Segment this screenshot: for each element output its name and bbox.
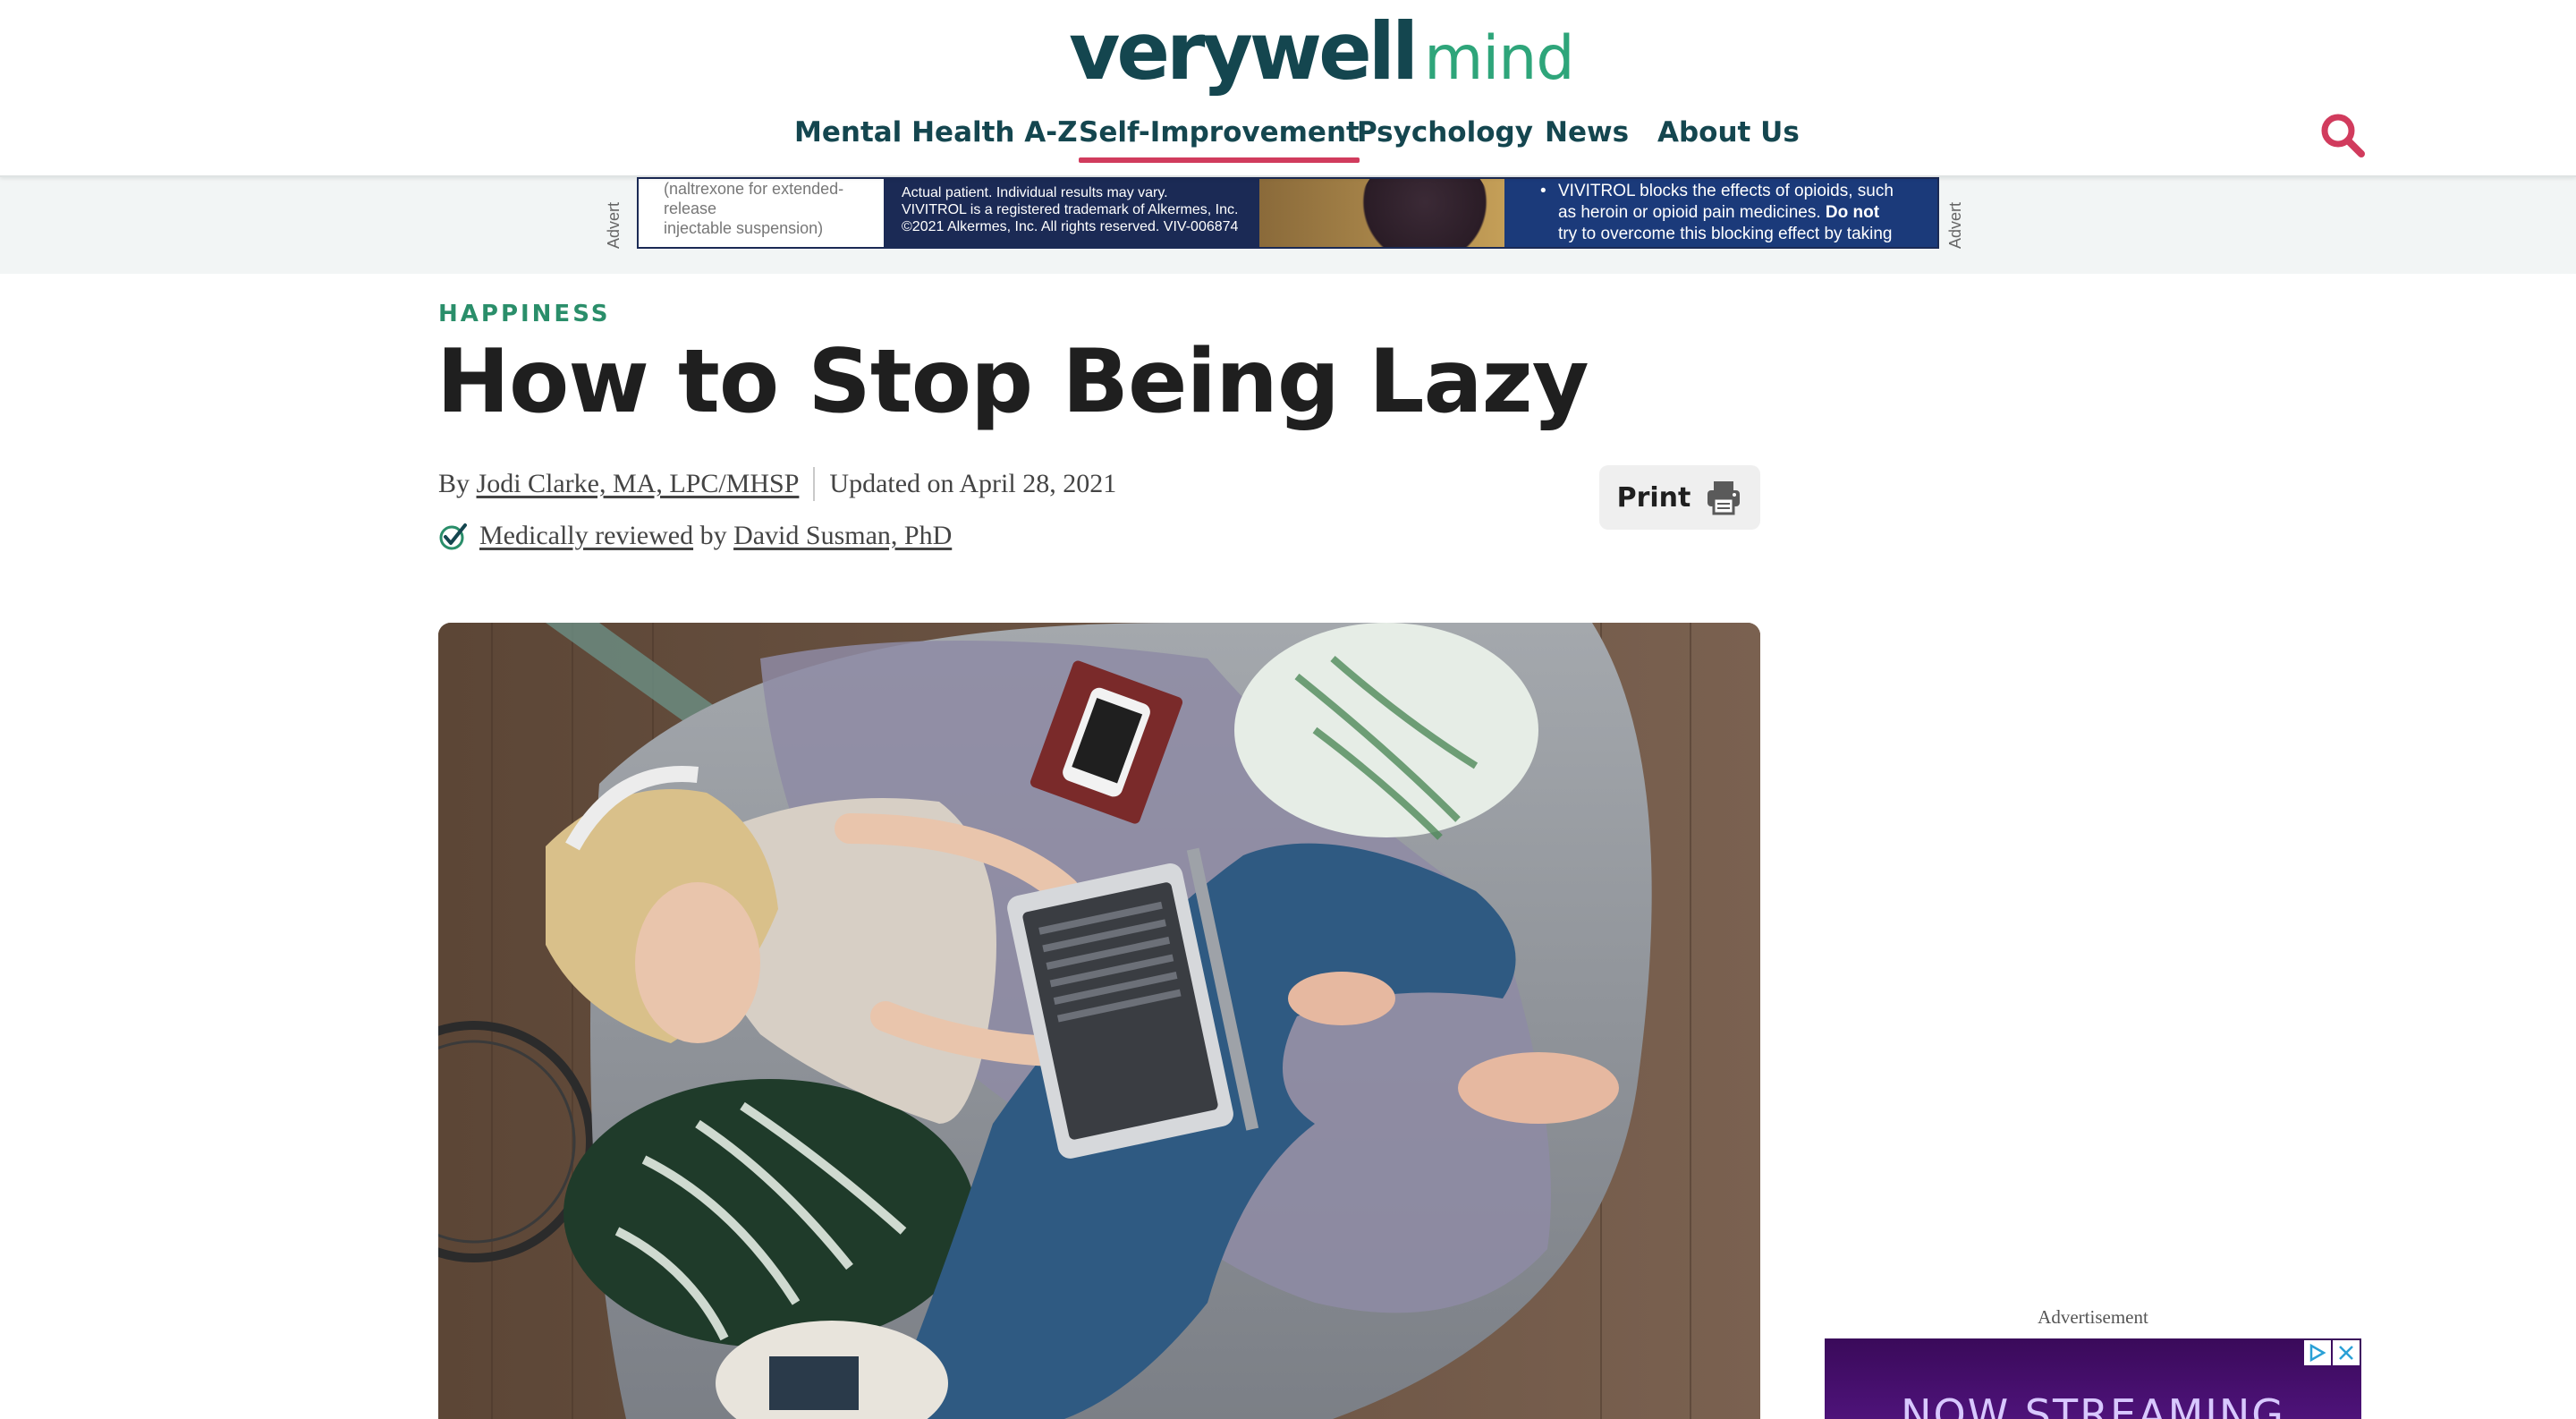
ad-side-label-left: Advert [605, 201, 623, 249]
ad-text-bold: Do not [1825, 203, 1880, 222]
nav-item-about-us[interactable]: About Us [1657, 116, 1800, 149]
ad-text-line: injectable suspension) [664, 219, 824, 237]
ad-text-line: ©2021 Alkermes, Inc. All rights reserved… [902, 219, 1239, 234]
print-label: Print [1616, 481, 1691, 514]
adchoices-icon[interactable] [2304, 1340, 2331, 1365]
logo-primary: verywell [1069, 5, 1419, 98]
rail-ad[interactable]: NOW STREAMING [1825, 1338, 2361, 1419]
print-button[interactable]: Print [1599, 465, 1760, 530]
ad-side-label-right: Advert [1946, 201, 1964, 249]
byline: By Jodi Clarke, MA, LPC/MHSP Updated on … [438, 467, 1116, 501]
check-circle-icon [439, 523, 467, 550]
site-logo[interactable]: verywell mind [1069, 5, 1575, 98]
medical-review: Medically reviewed by David Susman, PhD [438, 521, 952, 551]
ad-product-text: (naltrexone for extended-release injecta… [639, 179, 884, 247]
article-title: How to Stop Being Lazy [436, 331, 1589, 433]
reviewer-link[interactable]: David Susman, PhD [733, 521, 952, 551]
byline-prefix: By [438, 469, 477, 498]
reviewed-by-text: by [693, 521, 734, 550]
ad-text-line: Actual patient. Individual results may v… [902, 185, 1168, 200]
ad-text-line: as heroin or opioid pain medicines. Do n… [1558, 202, 1921, 224]
ad-text-line: (naltrexone for extended-release [664, 180, 844, 217]
top-banner-ad[interactable]: (naltrexone for extended-release injecta… [637, 177, 1939, 249]
ad-warning-text: • VIVITROL blocks the effects of opioids… [1504, 179, 1937, 247]
close-ad-icon[interactable] [2333, 1340, 2360, 1365]
nav-item-news[interactable]: News [1545, 116, 1629, 149]
main-nav: Mental Health A-Z Self-Improvement Psych… [0, 116, 2576, 163]
ad-text-line: VIVITROL is a registered trademark of Al… [902, 202, 1239, 217]
hero-photo-illustration [438, 623, 1760, 1419]
byline-divider [813, 467, 816, 501]
updated-date: Updated on April 28, 2021 [829, 469, 1117, 498]
logo-secondary: mind [1424, 23, 1574, 94]
author-link[interactable]: Jodi Clarke, MA, LPC/MHSP [477, 469, 800, 499]
search-button[interactable] [2318, 111, 2368, 161]
site-header: verywell mind Mental Health A-Z Self-Imp… [0, 0, 2576, 177]
search-icon [2321, 114, 2365, 157]
ad-text-line: VIVITROL blocks the effects of opioids, … [1558, 182, 1894, 200]
bullet-icon: • [1540, 182, 1546, 200]
nav-item-psychology[interactable]: Psychology [1357, 116, 1533, 149]
ad-text-fragment: as heroin or opioid pain medicines. [1558, 203, 1826, 222]
medically-reviewed-link[interactable]: Medically reviewed [479, 521, 693, 551]
rail-ad-label: Advertisement [2038, 1306, 2148, 1328]
article-category[interactable]: HAPPINESS [438, 301, 610, 327]
printer-icon [1707, 481, 1741, 515]
nav-item-mental-health-a-z[interactable]: Mental Health A-Z [794, 116, 1078, 149]
ad-person-photo [1358, 179, 1492, 247]
nav-item-self-improvement[interactable]: Self-Improvement [1079, 116, 1360, 163]
ad-disclaimer: Actual patient. Individual results may v… [884, 179, 1259, 247]
hero-image [438, 623, 1760, 1419]
rail-ad-text: NOW STREAMING [1901, 1390, 2285, 1419]
ad-text-line: try to overcome this blocking effect by … [1558, 225, 1893, 243]
